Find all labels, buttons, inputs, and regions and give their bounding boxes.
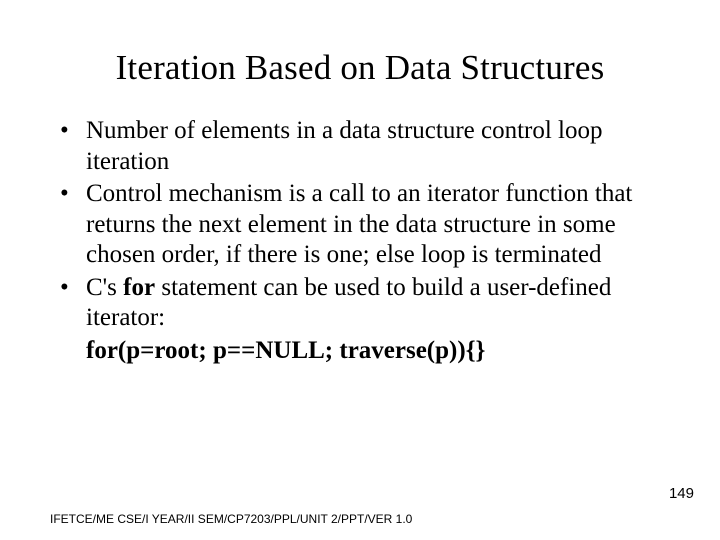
slide-title: Iteration Based on Data Structures [50,48,670,88]
bullet-text: C's [86,274,123,301]
keyword-for: for [123,274,155,301]
bullet-text: statement can be used to build a user-de… [86,274,611,332]
page-number: 149 [669,485,694,502]
bullet-item: C's for statement can be used to build a… [58,273,670,334]
bullet-item: Number of elements in a data structure c… [58,116,670,177]
slide: Iteration Based on Data Structures Numbe… [0,0,720,540]
bullet-item: Control mechanism is a call to an iterat… [58,179,670,271]
footer-text: IFETCE/ME CSE/I YEAR/II SEM/CP7203/PPL/U… [50,512,412,526]
code-line: for(p=root; p==NULL; traverse(p)){} [50,336,670,367]
bullet-list: Number of elements in a data structure c… [50,116,670,334]
